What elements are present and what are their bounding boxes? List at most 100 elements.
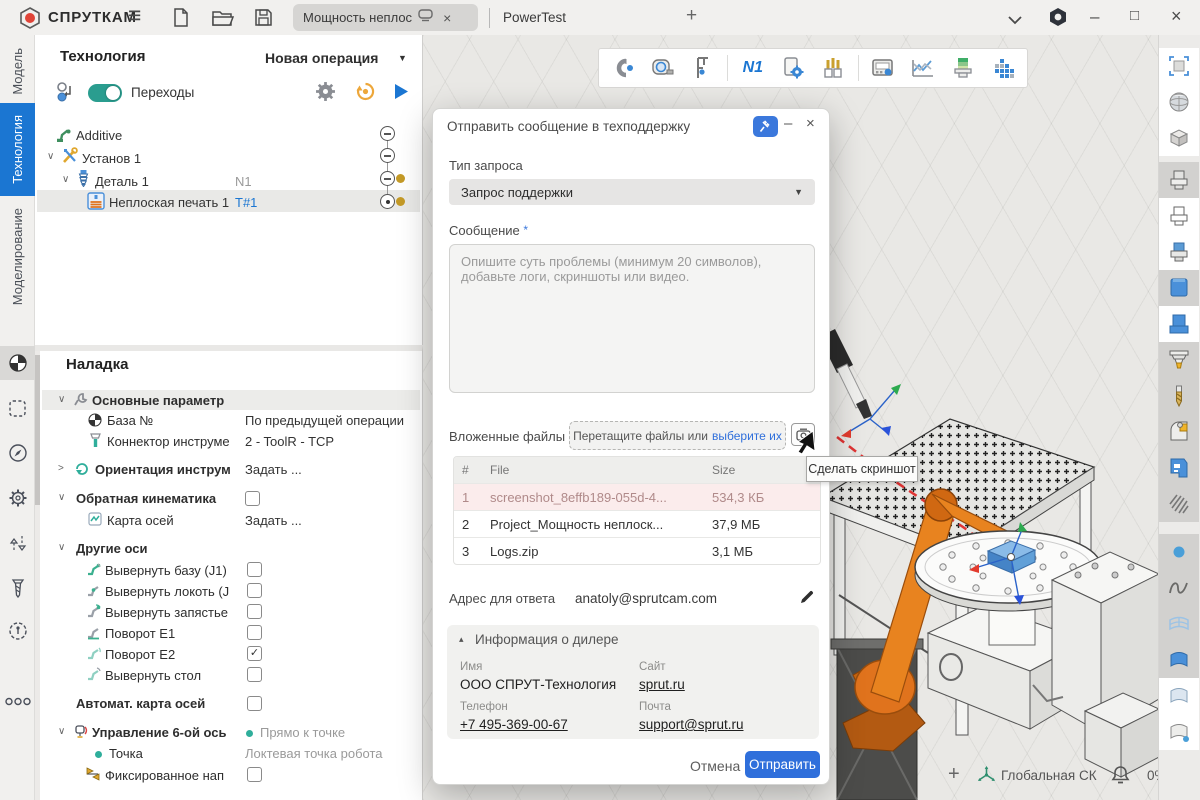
- holder-corner-icon[interactable]: [1159, 414, 1199, 450]
- n1-program-icon[interactable]: N1: [737, 53, 768, 83]
- tree-item-setup[interactable]: Установ 1: [82, 151, 141, 166]
- window-close-button[interactable]: ×: [1171, 6, 1182, 27]
- recalculate-icon[interactable]: [355, 81, 376, 107]
- gauge-icon[interactable]: [0, 614, 35, 648]
- message-textarea[interactable]: [449, 244, 815, 393]
- menu-icon[interactable]: ≡: [128, 5, 141, 25]
- expander-icon[interactable]: >: [58, 463, 64, 474]
- edit-pencil-icon[interactable]: [799, 589, 815, 610]
- expander-icon[interactable]: ∨: [62, 174, 69, 185]
- point-icon[interactable]: [1159, 534, 1199, 570]
- open-folder-icon[interactable]: [211, 8, 235, 33]
- workpiece-blue-icon[interactable]: [1159, 270, 1199, 306]
- orientation-value[interactable]: Задать ...: [245, 462, 302, 477]
- tool-connector-value[interactable]: 2 - ToolR - TCP: [245, 434, 334, 449]
- chevron-down-icon[interactable]: [1008, 12, 1022, 30]
- expander-icon[interactable]: ∨: [58, 726, 65, 737]
- tree-item-additive[interactable]: Additive: [76, 128, 122, 143]
- cancel-button[interactable]: Отмена: [690, 758, 740, 774]
- fit-frame-icon[interactable]: [1159, 48, 1199, 84]
- part-blue-top-icon[interactable]: [1159, 234, 1199, 270]
- axis-checkbox[interactable]: [247, 562, 262, 577]
- suppress-node-icon[interactable]: [380, 171, 395, 186]
- hatch-section-icon[interactable]: [1159, 486, 1199, 522]
- document-tab-inactive[interactable]: PowerTest: [503, 10, 566, 25]
- rail-tab-model[interactable]: Модель: [0, 42, 35, 100]
- more-dots-icon[interactable]: [0, 684, 35, 718]
- stock-cylinder-icon[interactable]: [1159, 162, 1199, 198]
- axis-checkbox[interactable]: [247, 625, 262, 640]
- expander-icon[interactable]: ∨: [47, 151, 54, 162]
- sixth-axis-value[interactable]: Прямо к точке: [260, 725, 345, 740]
- surface-point-icon[interactable]: [1159, 714, 1199, 750]
- new-file-icon[interactable]: [170, 7, 191, 33]
- suppress-node-icon[interactable]: [380, 126, 395, 141]
- setup-scrollbar-thumb[interactable]: [35, 355, 40, 505]
- nozzle-yellow-icon[interactable]: [1159, 342, 1199, 378]
- base-number-value[interactable]: По предыдущей операции: [245, 413, 421, 428]
- curve-icon[interactable]: [1159, 570, 1199, 606]
- magnet-icon[interactable]: [607, 53, 638, 83]
- file-row[interactable]: 2 Project_Мощность неплоск... 37,9 МБ: [454, 510, 820, 537]
- surface-light-icon[interactable]: [1159, 678, 1199, 714]
- dealer-info-header[interactable]: Информация о дилере: [475, 632, 618, 647]
- expander-icon[interactable]: ∨: [58, 492, 65, 503]
- dealer-site-link[interactable]: sprut.ru: [639, 677, 685, 692]
- notifications-bell-icon[interactable]: [1110, 764, 1131, 791]
- rail-tab-technology[interactable]: Технология: [0, 103, 35, 196]
- dialog-minimize-button[interactable]: –: [784, 115, 792, 132]
- caliper-icon[interactable]: [687, 53, 718, 83]
- surface-filled-icon[interactable]: [1159, 642, 1199, 678]
- point-value[interactable]: Локтевая точка робота: [245, 746, 383, 761]
- coordinate-system-selector[interactable]: Глобальная СК: [1001, 768, 1097, 783]
- tool-set-icon[interactable]: [817, 53, 848, 83]
- save-icon[interactable]: [253, 7, 274, 33]
- window-minimize-button[interactable]: –: [1090, 7, 1099, 27]
- tab-close-icon[interactable]: ×: [443, 10, 451, 26]
- run-simulation-play-icon[interactable]: [393, 83, 409, 105]
- file-row[interactable]: 1 screenshot_8effb189-055d-4... 534,3 КБ: [454, 483, 820, 510]
- approach-retract-icon[interactable]: [0, 526, 35, 560]
- tool-stack-icon[interactable]: [948, 53, 979, 83]
- mesh-surface-icon[interactable]: [1159, 606, 1199, 642]
- dealer-phone-link[interactable]: +7 495-369-00-67: [460, 717, 568, 732]
- postprocessor-icon[interactable]: [777, 53, 808, 83]
- sphere-view-icon[interactable]: [1159, 84, 1199, 120]
- inverse-kinematics-checkbox[interactable]: [245, 491, 260, 506]
- active-node-icon[interactable]: [380, 194, 395, 209]
- axis-checkbox[interactable]: [247, 604, 262, 619]
- gear-icon[interactable]: [0, 481, 35, 515]
- compass-icon[interactable]: [0, 436, 35, 470]
- transitions-toggle[interactable]: [88, 84, 122, 102]
- stock-outline-icon[interactable]: [1159, 198, 1199, 234]
- fixed-direction-checkbox[interactable]: [247, 767, 262, 782]
- send-button[interactable]: Отправить: [745, 751, 820, 778]
- auto-axes-map-checkbox[interactable]: [247, 696, 262, 711]
- simulation-blocks-icon[interactable]: [988, 53, 1019, 83]
- axis-checkbox[interactable]: [247, 667, 262, 682]
- axes-map-value[interactable]: Задать ...: [245, 513, 302, 528]
- coordinate-triad-icon[interactable]: [976, 765, 997, 791]
- file-row[interactable]: 3 Logs.zip 3,1 МБ: [454, 537, 820, 564]
- dialog-close-button[interactable]: ×: [806, 115, 815, 132]
- drill-bit-icon[interactable]: [1159, 378, 1199, 414]
- nut-settings-icon[interactable]: [1048, 7, 1068, 32]
- machine-blue-icon[interactable]: [1159, 450, 1199, 486]
- dropzone-browse-link[interactable]: выберите их: [712, 429, 782, 443]
- diagnostics-chart-icon[interactable]: [908, 53, 939, 83]
- base-point-icon[interactable]: [0, 346, 35, 380]
- control-panel-icon[interactable]: [868, 53, 899, 83]
- axis-checkbox-checked[interactable]: ✓: [247, 646, 262, 661]
- expander-icon[interactable]: ∨: [58, 394, 65, 405]
- add-coordinate-button[interactable]: +: [948, 763, 960, 786]
- dealer-mail-link[interactable]: support@sprut.ru: [639, 717, 744, 732]
- part-blue-icon[interactable]: [1159, 306, 1199, 342]
- window-maximize-button[interactable]: □: [1130, 7, 1139, 24]
- dashed-frame-icon[interactable]: [0, 391, 35, 425]
- document-tab-active[interactable]: Мощность неплос ×: [293, 4, 478, 31]
- collapse-caret-icon[interactable]: ▴: [459, 634, 464, 645]
- tree-item-nonplanar-print[interactable]: Неплоская печать 1: [109, 195, 229, 210]
- new-tab-button[interactable]: +: [686, 5, 697, 27]
- pin-button[interactable]: [753, 116, 778, 137]
- rail-tab-modeling[interactable]: Моделирование: [0, 199, 35, 315]
